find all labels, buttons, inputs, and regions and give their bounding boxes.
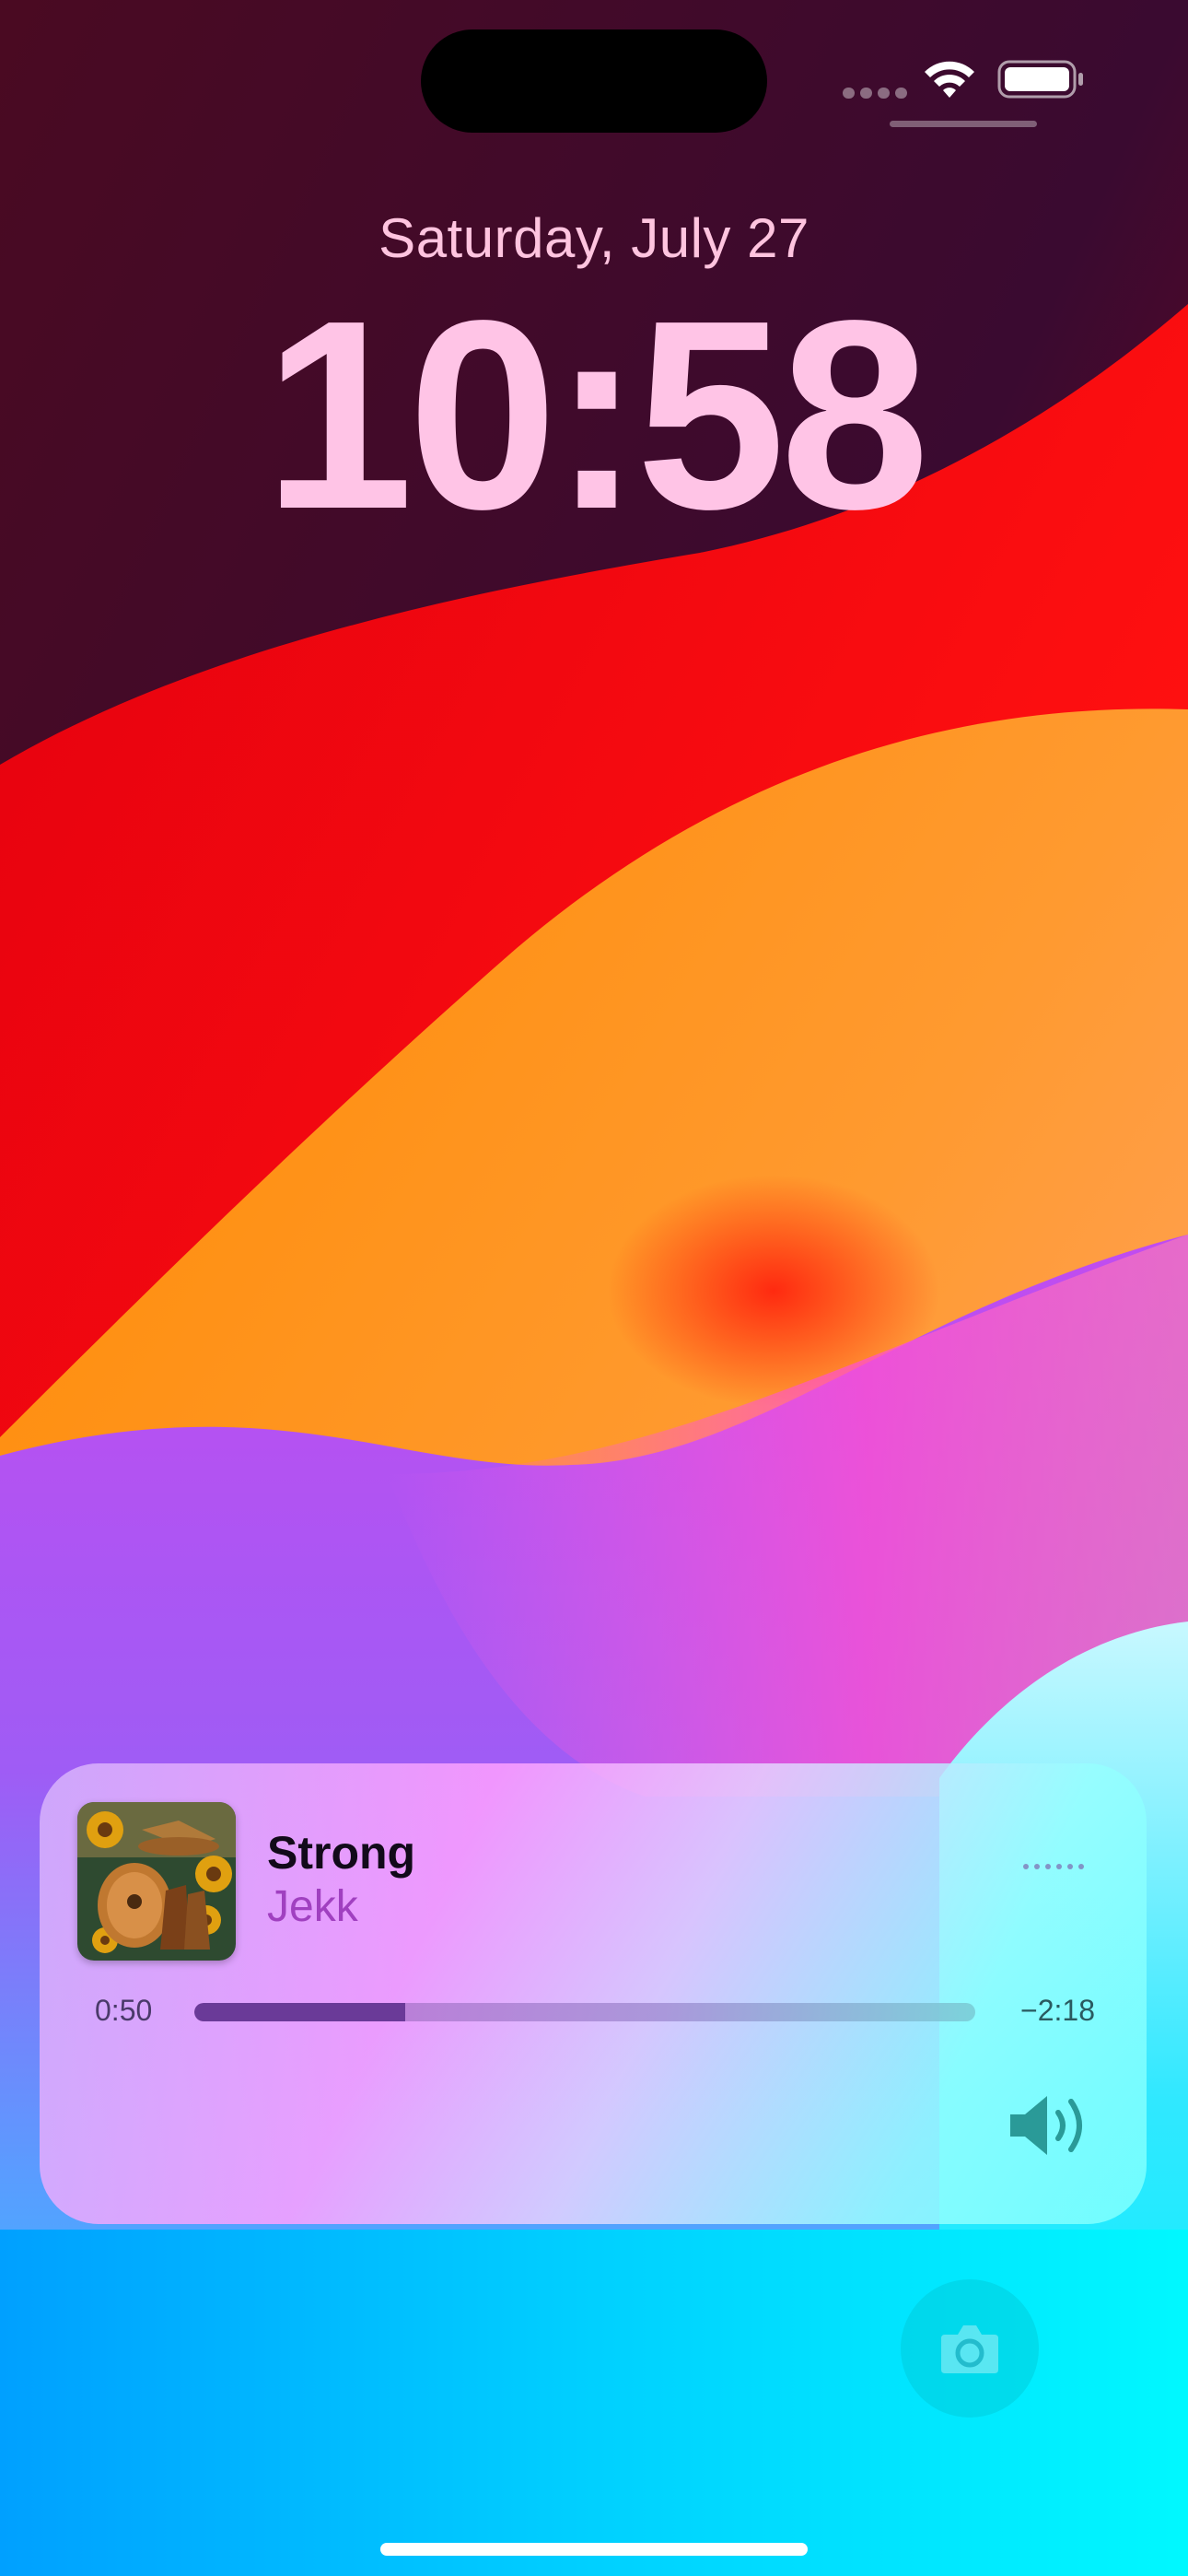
lock-screen-date: Saturday, July 27 [379, 207, 809, 269]
remaining-time: −2:18 [1020, 1994, 1095, 2027]
home-indicator[interactable] [380, 2543, 808, 2556]
song-title[interactable]: Strong [267, 1826, 415, 1879]
wifi-icon [925, 61, 974, 98]
battery-icon [997, 60, 1083, 99]
more-dots-icon[interactable] [1023, 1857, 1086, 1876]
speaker-volume-icon[interactable] [1007, 2090, 1095, 2160]
playback-progress-fill [194, 2003, 405, 2021]
camera-button[interactable] [901, 2279, 1039, 2418]
playback-scrubber[interactable] [194, 2003, 975, 2021]
status-indicator-bar [890, 121, 1037, 127]
camera-icon [941, 2325, 998, 2373]
lock-screen-time: 10:58 [263, 264, 930, 565]
dynamic-island [421, 29, 767, 133]
elapsed-time: 0:50 [95, 1994, 153, 2027]
lock-screen: Saturday, July 27 10:58 Strong Jekk 0:50… [0, 0, 1188, 2576]
now-playing-widget[interactable]: Strong Jekk 0:50 −2:18 [40, 1763, 1147, 2224]
album-art[interactable] [77, 1802, 236, 1961]
song-artist[interactable]: Jekk [267, 1881, 358, 1932]
cellular-signal-icon [843, 88, 907, 99]
